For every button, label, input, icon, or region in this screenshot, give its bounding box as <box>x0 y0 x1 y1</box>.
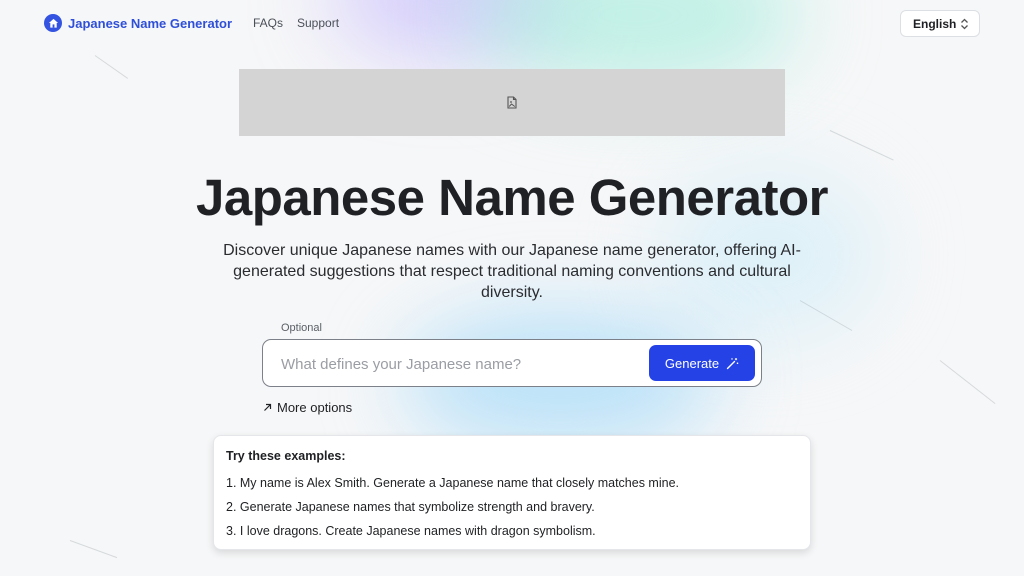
chevron-up-down-icon <box>961 18 968 29</box>
generate-button[interactable]: Generate <box>649 345 755 381</box>
more-options-link[interactable]: More options <box>263 400 352 415</box>
more-options-label: More options <box>277 400 353 415</box>
language-select[interactable]: English <box>900 10 980 37</box>
example-item-3[interactable]: 3. I love dragons. Create Japanese names… <box>226 519 810 543</box>
page-title: Japanese Name Generator <box>196 169 828 226</box>
arrow-up-right-icon <box>264 403 272 411</box>
generate-label: Generate <box>664 355 720 371</box>
house-icon <box>44 14 62 32</box>
brand-name: Japanese Name Generator <box>68 15 233 31</box>
magic-wand-icon <box>726 357 739 369</box>
image-placeholder-icon <box>507 96 517 109</box>
optional-label: Optional <box>281 322 322 334</box>
examples-heading: Try these examples: <box>226 449 346 463</box>
page-subtitle: Discover unique Japanese names with our … <box>223 242 801 301</box>
nav-faqs-link[interactable]: FAQs <box>253 16 283 30</box>
example-item-1[interactable]: 1. My name is Alex Smith. Generate a Jap… <box>226 471 810 495</box>
example-item-2[interactable]: 2. Generate Japanese names that symboliz… <box>226 495 810 519</box>
ad-banner <box>239 69 785 136</box>
nav-support-link[interactable]: Support <box>297 16 339 30</box>
language-value: English <box>913 16 957 31</box>
brand-link[interactable]: Japanese Name Generator <box>44 14 232 32</box>
top-nav: Japanese Name Generator FAQs Support Eng… <box>0 0 1024 48</box>
name-prompt-input[interactable] <box>281 352 641 376</box>
name-prompt-box: Generate <box>262 339 762 387</box>
examples-card: Try these examples: 1. My name is Alex S… <box>213 435 811 550</box>
